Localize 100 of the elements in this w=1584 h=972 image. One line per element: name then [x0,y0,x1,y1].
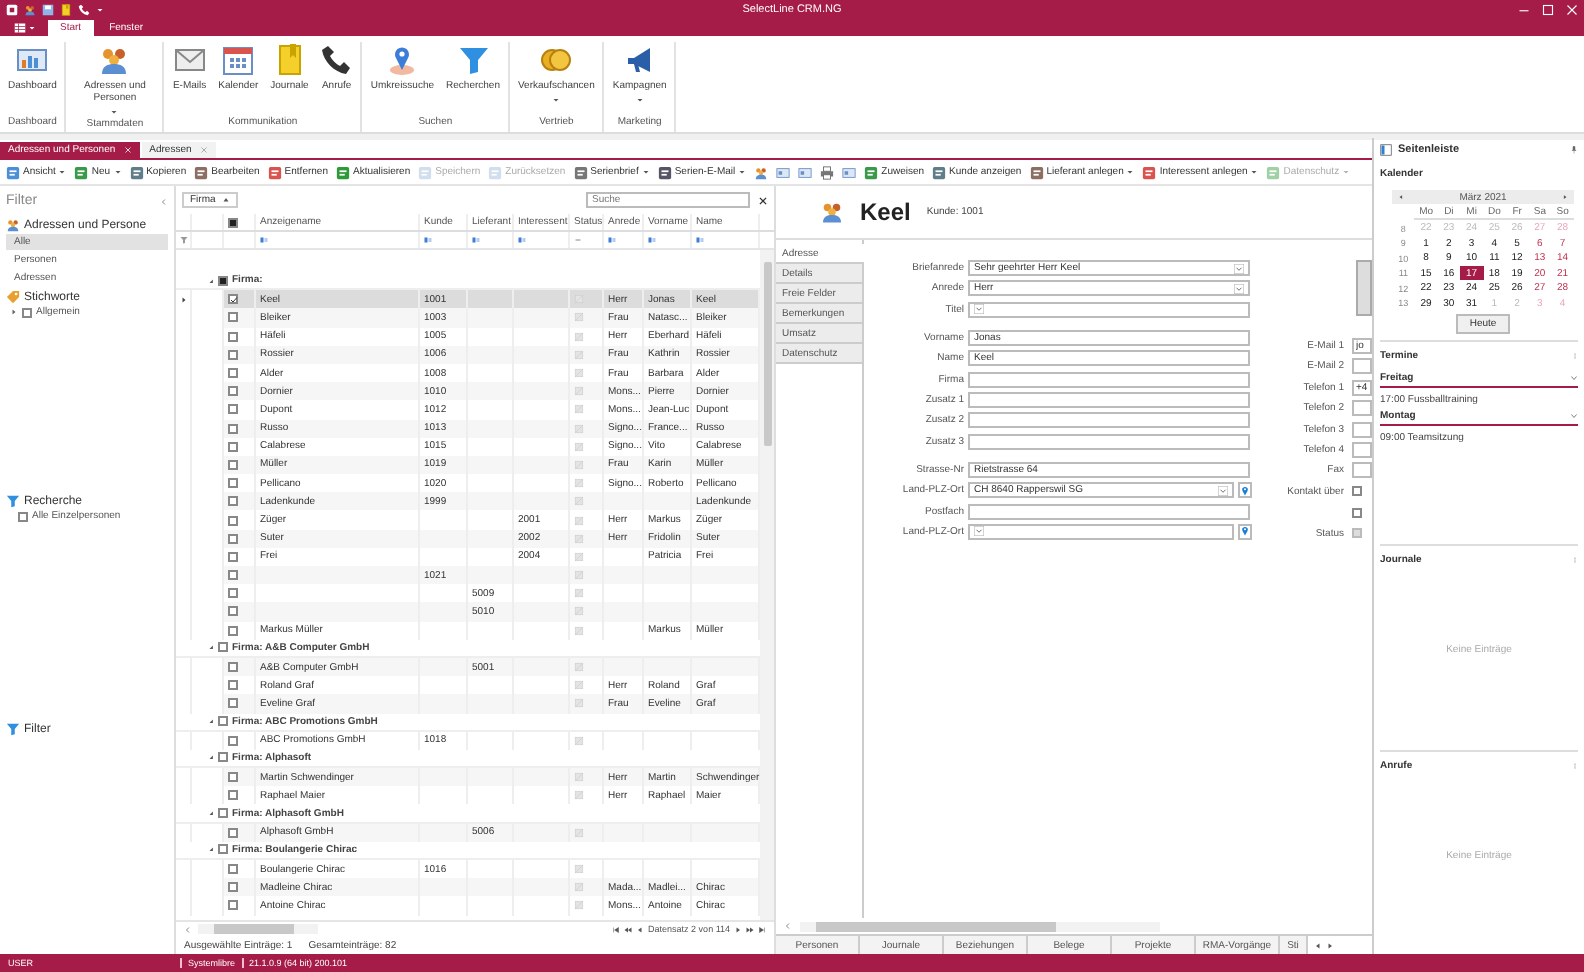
group-checkbox[interactable] [218,716,228,727]
toolbar-icon-button[interactable] [774,165,793,179]
text-field[interactable] [968,412,1250,429]
row-checkbox[interactable] [228,772,238,783]
row-checkbox[interactable] [228,551,238,562]
row-checkbox[interactable] [228,386,238,397]
tile-icon [129,165,144,179]
group-checkbox[interactable] [218,752,228,763]
group-checkbox[interactable] [218,808,228,819]
row-checkbox[interactable] [228,368,238,379]
text-field[interactable] [968,391,1250,408]
toolbar-icon-button[interactable] [752,165,771,179]
phone-icon [78,3,90,15]
row-checkbox[interactable] [228,331,238,342]
row-checkbox[interactable] [228,680,238,691]
row-checkbox[interactable] [228,606,238,617]
people-icon [6,218,20,232]
status-icon [574,882,584,893]
row-checkbox[interactable] [228,588,238,599]
chevron-down-icon [974,304,984,315]
row-checkbox[interactable] [228,459,238,470]
row-checkbox[interactable] [228,570,238,581]
status-icon [574,698,584,709]
tag-icon [6,290,20,304]
row-checkbox[interactable] [228,312,238,323]
status-icon [574,441,584,452]
rewind-icon [624,925,633,933]
status-icon [574,606,584,617]
filter-operator-icon [696,236,704,244]
status-icon [574,294,584,305]
filter-operator-icon [424,236,432,244]
status-icon [574,312,584,323]
text-field[interactable] [968,503,1250,520]
row-checkbox[interactable] [228,294,238,305]
checkbox[interactable] [18,511,28,521]
row-checkbox[interactable] [228,515,238,526]
group-checkbox[interactable] [218,642,228,653]
toolbar-icon-button[interactable] [840,165,859,179]
status-icon [574,625,584,636]
text-field[interactable] [968,433,1250,450]
maximize-icon [1542,3,1554,15]
card-icon [798,165,813,179]
status-icon [574,588,584,599]
map-pin-icon [386,44,419,76]
row-checkbox[interactable] [228,735,238,746]
toolbar-icon-button[interactable] [796,165,815,179]
select-all-checkbox[interactable] [228,217,238,227]
status-icon [574,404,584,415]
status-icon [574,386,584,397]
row-checkbox[interactable] [228,441,238,452]
row-checkbox[interactable] [228,864,238,875]
dropdown-field[interactable] [968,301,1250,318]
people-icon [98,44,131,76]
pin-icon [1570,145,1578,153]
status-icon [574,790,584,801]
row-checkbox[interactable] [228,662,238,673]
last-page-icon [758,925,766,933]
map-pin-icon [1240,526,1250,537]
map-button[interactable] [1238,523,1252,540]
map-button[interactable] [1238,482,1252,499]
close-button[interactable] [1566,3,1578,15]
group-checkbox[interactable] [218,844,228,855]
row-checkbox[interactable] [228,423,238,434]
filter-operator-icon [648,236,656,244]
record-title: Keel [860,198,911,226]
status-icon [574,331,584,342]
checkbox[interactable] [1352,486,1362,497]
status-icon [574,680,584,691]
toolbar-icon-button[interactable] [818,165,837,179]
row-checkbox[interactable] [228,533,238,544]
maximize-button[interactable] [1542,3,1554,15]
row-checkbox[interactable] [228,625,238,636]
disk-icon [42,3,54,15]
sidebar-icon [1380,143,1392,155]
row-checkbox[interactable] [228,496,238,507]
text-field[interactable] [1352,358,1372,375]
row-checkbox[interactable] [228,827,238,838]
checkbox[interactable] [1352,507,1362,518]
card-icon [776,165,791,179]
dropdown-field[interactable] [968,523,1234,540]
row-checkbox[interactable] [228,790,238,801]
tile-icon [1142,165,1157,179]
row-checkbox[interactable] [228,882,238,893]
chevron-down-icon [1234,283,1244,294]
row-checkbox[interactable] [228,900,238,911]
status-icon [574,368,584,379]
row-checkbox[interactable] [228,404,238,415]
photo-placeholder [1356,260,1372,316]
text-field[interactable] [968,371,1250,388]
people-icon [754,165,769,179]
horizontal-scrollbar[interactable] [198,924,318,934]
horizontal-scrollbar[interactable] [800,921,1160,931]
printer-icon [820,165,835,179]
checkbox[interactable] [22,307,32,317]
row-checkbox[interactable] [228,698,238,709]
close-icon [123,146,132,154]
row-checkbox[interactable] [228,349,238,360]
scrollbar[interactable] [760,250,774,920]
row-checkbox[interactable] [228,478,238,489]
group-checkbox[interactable] [218,275,228,286]
